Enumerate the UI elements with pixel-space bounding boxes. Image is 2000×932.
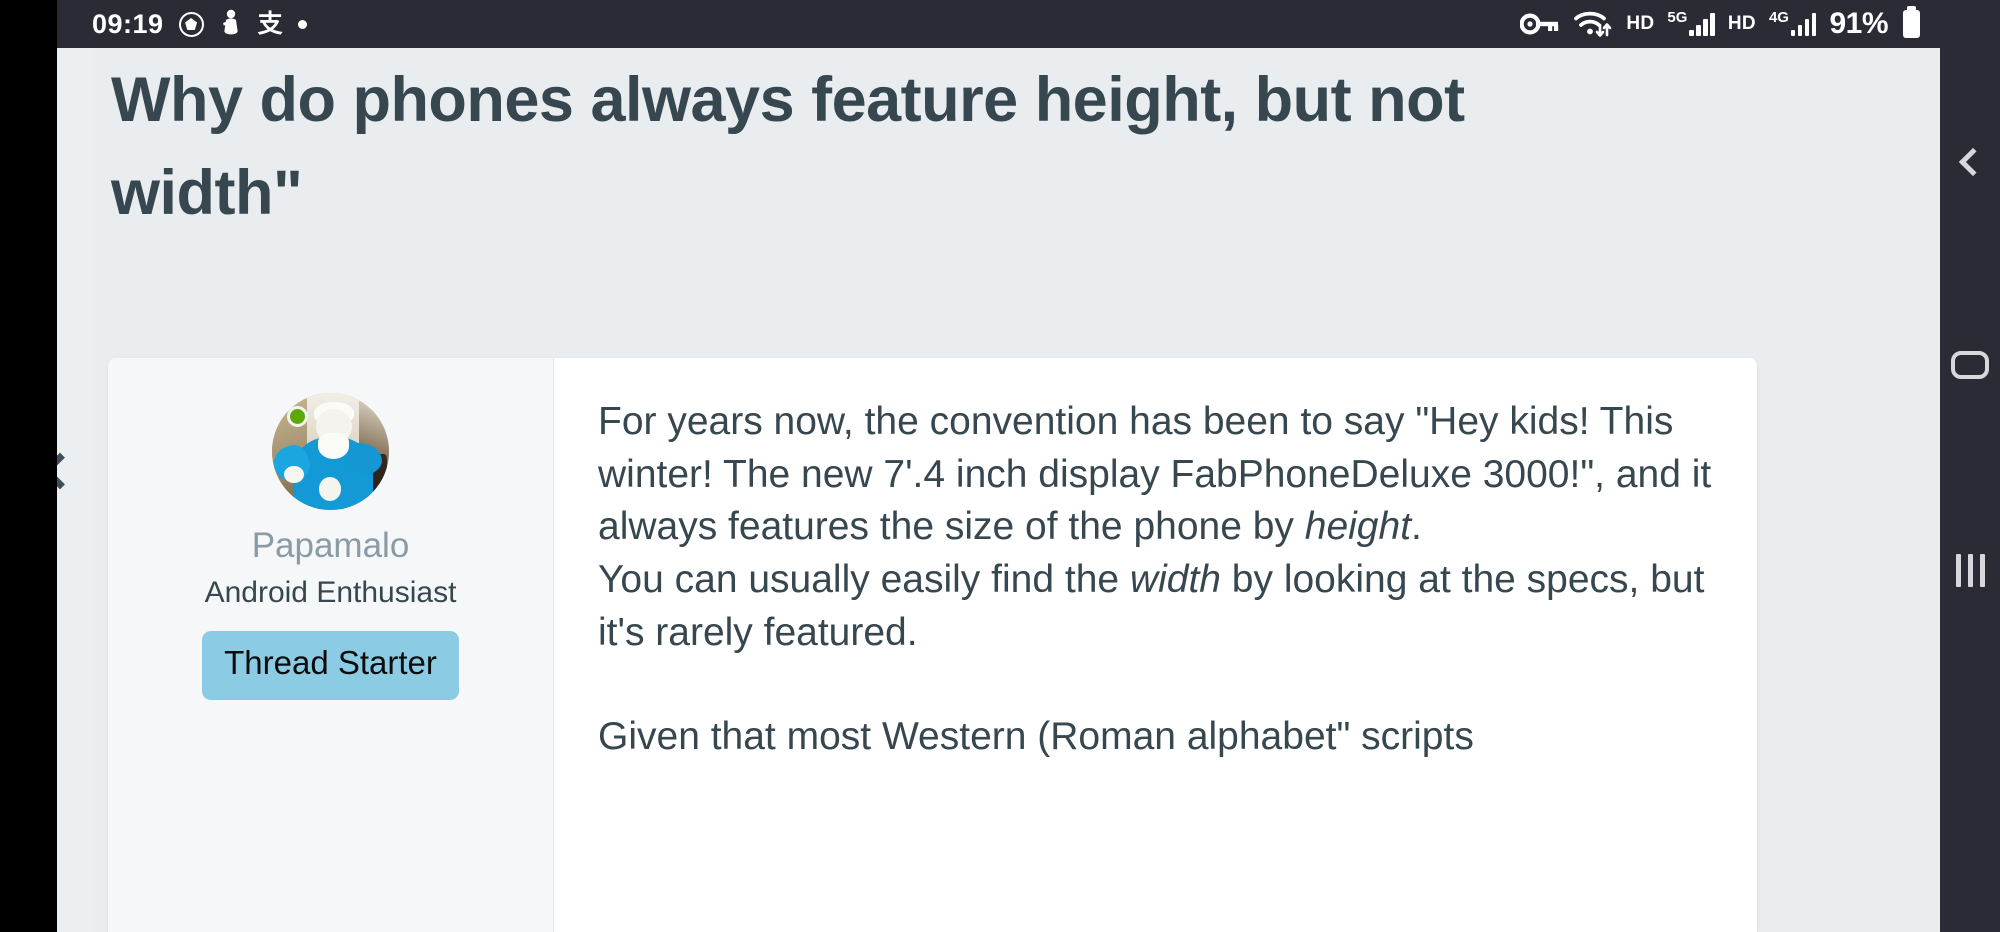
post-text: For years now, the convention has been t…	[598, 400, 1712, 549]
chevron-left-icon	[57, 452, 79, 490]
recents-button[interactable]	[1948, 548, 1992, 592]
status-bar-right: HD 5G HD 4G 91%	[1519, 6, 1920, 41]
post-text: .	[1411, 505, 1422, 549]
author-title: Android Enthusiast	[204, 575, 457, 609]
post-paragraph-2: You can usually easily find the width by…	[598, 554, 1713, 659]
recents-icon	[1955, 553, 1985, 587]
back-button[interactable]	[1948, 140, 1992, 184]
post-emphasis-width: width	[1129, 557, 1221, 601]
signal-bars-icon	[1689, 12, 1715, 36]
status-clock: 09:19	[92, 8, 164, 39]
sliver-text: s	[57, 923, 74, 932]
hd-label-1: HD	[1626, 13, 1655, 34]
post-text: You can usually easily find the	[598, 557, 1130, 601]
webview-content: Why do phones always feature height, but…	[92, 48, 1940, 932]
avatar[interactable]	[272, 393, 389, 510]
thread-starter-badge: Thread Starter	[202, 631, 459, 701]
post-paragraph-3: Given that most Western (Roman alphabet"…	[598, 715, 1474, 759]
signal-indicator-4g: 4G	[1768, 9, 1817, 36]
hd-label-2: HD	[1727, 13, 1756, 34]
page-title: Why do phones always feature height, but…	[111, 65, 1465, 229]
battery-percent: 91%	[1829, 7, 1888, 40]
chevron-left-icon	[1958, 147, 1988, 177]
soccer-ball-icon	[178, 11, 204, 37]
post-paragraph-1: For years now, the convention has been t…	[598, 396, 1713, 554]
online-status-indicator	[287, 406, 308, 427]
status-bar: 09:19 支 HD 5G HD 4G 91%	[57, 0, 1940, 48]
signal-bars-icon	[1790, 12, 1817, 36]
signal-indicator-5g: 5G	[1667, 9, 1715, 36]
key-icon	[1519, 13, 1560, 35]
left-letterbox	[0, 0, 57, 932]
network-gen-label-5g: 5G	[1667, 9, 1688, 26]
dot-icon	[297, 19, 307, 29]
navigation-bar	[1940, 0, 2000, 932]
home-icon	[1951, 351, 1989, 379]
alipay-icon: 支	[257, 9, 283, 38]
network-gen-label-4g: 4G	[1768, 9, 1789, 26]
author-name[interactable]: Papamalo	[252, 526, 410, 566]
home-button[interactable]	[1948, 343, 1992, 387]
post-body: For years now, the convention has been t…	[554, 358, 1757, 932]
battery-icon	[1903, 6, 1920, 38]
status-bar-left: 09:19 支	[92, 9, 307, 40]
wifi-icon	[1573, 9, 1613, 39]
post-card: Papamalo Android Enthusiast Thread Start…	[108, 358, 1757, 932]
chinese-app-icon	[219, 9, 243, 39]
phone-screen: s 09:19 支	[0, 0, 2000, 932]
post-author-column: Papamalo Android Enthusiast Thread Start…	[108, 358, 554, 932]
post-emphasis-height: height	[1304, 505, 1412, 549]
